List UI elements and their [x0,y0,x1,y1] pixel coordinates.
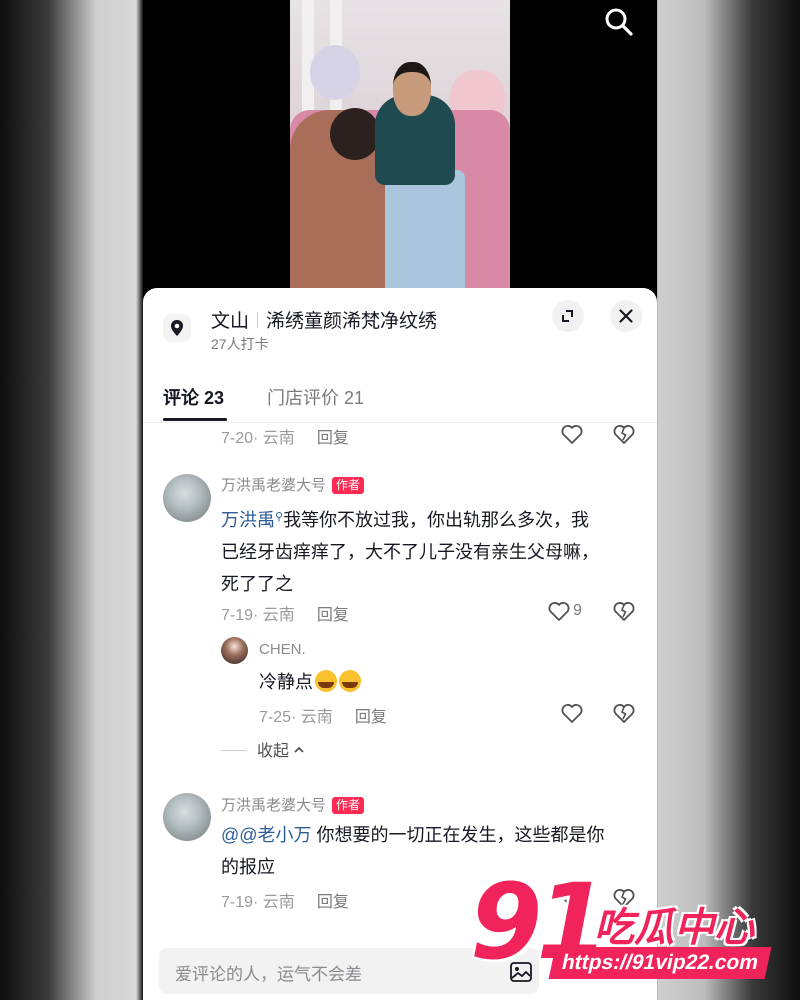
reply-button[interactable]: 回复 [355,709,387,726]
location-pin-icon [163,314,191,342]
tab-comments[interactable]: 评论 23 [163,384,224,410]
reply-username[interactable]: CHEN. [259,641,306,658]
reply-button[interactable]: 回复 [317,430,349,447]
expand-icon [562,310,573,322]
tab-bar: 评论 23 门店评价 21 [143,374,657,423]
close-icon [619,309,633,323]
comment-line: 死了了之 [221,574,293,594]
collapse-replies-button[interactable]: 收起 [221,737,305,761]
title-divider [257,312,259,328]
reply-button[interactable]: 回复 [317,607,349,624]
comment-line: 你想要的一切正在发生，这些都是你 [311,825,605,845]
reply-line: 冷静点 [259,672,313,692]
broken-heart-icon[interactable] [612,423,636,445]
search-button[interactable] [603,6,635,38]
collapse-divider [221,750,247,751]
video-person [385,170,465,300]
laughing-crying-emoji [339,670,361,692]
search-icon: ⚲ [275,511,284,523]
comment-username[interactable]: 万洪禹老婆大号 作者 [221,474,365,495]
comment-meta: 7-20· 云南 回复 [221,424,349,448]
expand-button[interactable] [552,300,584,332]
heart-icon[interactable] [547,600,571,622]
video-person-head [393,62,431,116]
laughing-crying-emoji [315,670,337,692]
heart-icon[interactable] [560,423,584,445]
watermark-name: 吃瓜中心 [594,906,754,950]
comment-meta: 7-19· 云南 回复 [221,888,349,912]
comment-text: 万洪禹⚲我等你不放过我，你出轨那么多次，我 已经牙齿痒痒了，大不了儿子没有亲生父… [221,501,641,600]
avatar[interactable] [221,637,248,664]
comment-input-placeholder: 爱评论的人，运气不会差 [175,965,362,984]
phone-screen: 文山 浠绣童颜浠梵净纹绣 27人打卡 评论 23 门店评价 21 7-20· 云南… [143,0,657,1000]
avatar[interactable] [163,474,211,522]
shop-name: 浠绣童颜浠梵净纹绣 [266,311,438,332]
reply-text: 冷静点 [259,666,361,698]
username-text: 万洪禹老婆大号 [221,797,327,814]
video-plush-toy [310,45,360,100]
author-badge: 作者 [332,477,365,494]
heart-icon[interactable] [560,702,584,724]
collapse-label: 收起 [257,743,290,760]
broken-heart-icon[interactable] [612,702,636,724]
location-city: 文山 [211,311,250,332]
close-button[interactable] [610,300,642,332]
avatar[interactable] [163,793,211,841]
reply-date: 7-25· 云南 [259,709,333,726]
comment-meta: 7-19· 云南 回复 [221,601,349,625]
reply-button[interactable]: 回复 [317,894,349,911]
comment-date: 7-19· 云南 [221,894,295,911]
watermark-logo: 91 吃瓜中心 https://91vip22.com [470,861,800,1000]
like-count: 9 [573,602,582,619]
chevron-up-icon [294,746,305,753]
comment-username[interactable]: 万洪禹老婆大号 作者 [221,794,365,815]
watermark-url: https://91vip22.com [548,947,772,979]
comment-line: 已经牙齿痒痒了，大不了儿子没有亲生父母嘛， [221,542,599,562]
location-title[interactable]: 文山 浠绣童颜浠梵净纹绣 [211,306,437,333]
mention-link[interactable]: @@老小万 [221,825,312,845]
comment-line: 我等你不放过我，你出轨那么多次，我 [283,510,590,530]
broken-heart-icon[interactable] [612,600,636,622]
video-person-head [330,108,380,160]
comment-date: 7-20· 云南 [221,430,295,447]
video-player[interactable] [290,0,510,300]
author-badge: 作者 [332,797,365,814]
reply-meta: 7-25· 云南 回复 [259,703,387,727]
comment-date: 7-19· 云南 [221,607,295,624]
checkin-count: 27人打卡 [211,336,269,352]
username-text: 万洪禹老婆大号 [221,477,327,494]
active-tab-indicator [163,418,227,421]
mention-link[interactable]: 万洪禹 [221,510,275,530]
tab-shop-reviews[interactable]: 门店评价 21 [267,384,364,410]
search-icon [605,8,633,36]
